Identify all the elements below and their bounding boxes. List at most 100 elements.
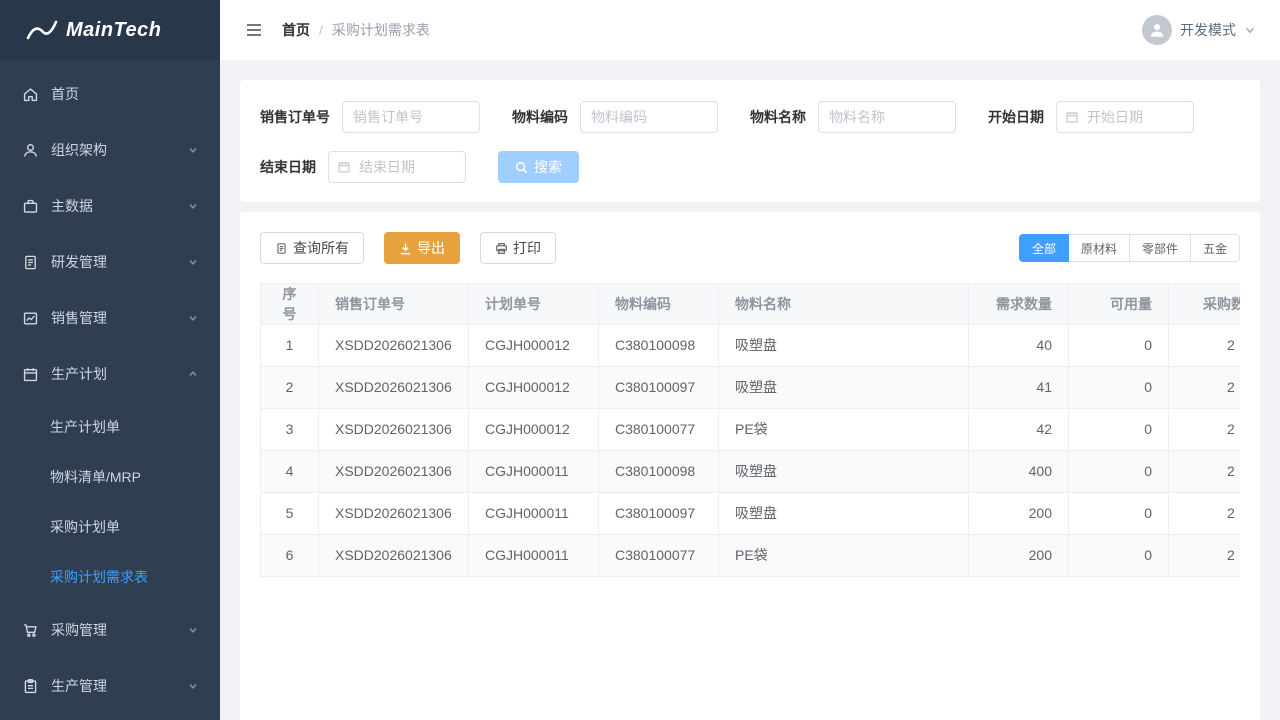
column-header: 需求数量 [969,284,1069,325]
start-date-field: 开始日期 [988,101,1194,133]
chevron-down-icon [188,681,198,691]
sidebar: MainTech 首页 组织架构 主数据 研发管理 销售管理 [0,0,220,720]
export-button[interactable]: 导出 [384,232,460,264]
table-cell: 2 [1169,367,1241,409]
tab-label: 原材料 [1081,240,1117,257]
sidebar-subitem-purchase-plan-order[interactable]: 采购计划单 [0,502,220,552]
calendar-icon [337,160,351,174]
sidebar-item-label: 生产管理 [51,676,188,696]
table-header-row: 序号销售订单号计划单号物料编码物料名称需求数量可用量采购数量 [261,284,1241,325]
table-row[interactable]: 6XSDD2026021306CGJH000011C380100077PE袋20… [261,535,1241,577]
column-header: 物料编码 [599,284,719,325]
table-row[interactable]: 3XSDD2026021306CGJH000012C380100077PE袋42… [261,409,1241,451]
table-cell: XSDD2026021306 [319,325,469,367]
tab-raw-material[interactable]: 原材料 [1068,234,1130,262]
sidebar-item-production[interactable]: 生产管理 [0,658,220,714]
briefcase-icon [22,198,39,215]
column-header: 可用量 [1069,284,1169,325]
table-cell: 吸塑盘 [719,493,969,535]
table-cell: 2 [1169,409,1241,451]
demand-table: 序号销售订单号计划单号物料编码物料名称需求数量可用量采购数量 1XSDD2026… [260,283,1240,577]
table-cell: C380100098 [599,325,719,367]
table-cell: CGJH000011 [469,451,599,493]
table-cell: XSDD2026021306 [319,409,469,451]
table-row[interactable]: 4XSDD2026021306CGJH000011C380100098吸塑盘40… [261,451,1241,493]
table-row[interactable]: 1XSDD2026021306CGJH000012C380100098吸塑盘40… [261,325,1241,367]
tab-hardware[interactable]: 五金 [1190,234,1240,262]
column-header: 采购数量 [1169,284,1241,325]
table-scroll-area[interactable]: 序号销售订单号计划单号物料编码物料名称需求数量可用量采购数量 1XSDD2026… [260,283,1240,577]
tab-label: 五金 [1203,240,1227,257]
tab-all[interactable]: 全部 [1019,234,1069,262]
document-icon [275,242,288,255]
tab-parts[interactable]: 零部件 [1129,234,1191,262]
material-code-input[interactable] [580,101,718,133]
export-label: 导出 [417,238,445,258]
query-all-label: 查询所有 [293,238,349,258]
table-cell: XSDD2026021306 [319,367,469,409]
table-cell: C380100098 [599,451,719,493]
sidebar-item-home[interactable]: 首页 [0,66,220,122]
table-cell: 200 [969,493,1069,535]
topbar: 首页 / 采购计划需求表 开发模式 [220,0,1280,60]
sidebar-item-label: 组织架构 [51,140,188,160]
sidebar-item-org[interactable]: 组织架构 [0,122,220,178]
chevron-down-icon [188,313,198,323]
table-cell: CGJH000012 [469,409,599,451]
sidebar-item-label: 销售管理 [51,308,188,328]
sales-order-input[interactable] [342,101,480,133]
sidebar-item-rd[interactable]: 研发管理 [0,234,220,290]
user-icon [22,142,39,159]
table-cell: 400 [969,451,1069,493]
material-code-field: 物料编码 [512,101,718,133]
sidebar-item-sales[interactable]: 销售管理 [0,290,220,346]
query-all-button[interactable]: 查询所有 [260,232,364,264]
sidebar-subitem-bom-mrp[interactable]: 物料清单/MRP [0,452,220,502]
search-button[interactable]: 搜索 [498,151,579,183]
table-cell: 2 [1169,451,1241,493]
logo-text: MainTech [66,19,162,42]
sidebar-item-label: 研发管理 [51,252,188,272]
table-cell: 200 [969,535,1069,577]
cart-icon [22,622,39,639]
material-name-input[interactable] [818,101,956,133]
breadcrumb-home-link[interactable]: 首页 [282,20,310,40]
breadcrumb-separator: / [319,22,323,38]
tab-label: 全部 [1032,240,1056,257]
menu-fold-button[interactable] [244,20,264,40]
table-cell: 0 [1069,451,1169,493]
sidebar-item-production-plan[interactable]: 生产计划 [0,346,220,402]
material-name-label: 物料名称 [750,107,806,127]
sales-order-label: 销售订单号 [260,107,330,127]
production-plan-submenu: 生产计划单 物料清单/MRP 采购计划单 采购计划需求表 [0,402,220,602]
sidebar-subitem-label: 生产计划单 [50,417,120,437]
sidebar-item-master-data[interactable]: 主数据 [0,178,220,234]
user-mode-label: 开发模式 [1180,20,1236,40]
breadcrumb: 首页 / 采购计划需求表 [282,20,430,40]
table-cell: 0 [1069,325,1169,367]
print-button[interactable]: 打印 [480,232,556,264]
table-row[interactable]: 5XSDD2026021306CGJH000011C380100097吸塑盘20… [261,493,1241,535]
sidebar-item-purchase[interactable]: 采购管理 [0,602,220,658]
table-row[interactable]: 2XSDD2026021306CGJH000012C380100097吸塑盘41… [261,367,1241,409]
chart-icon [22,310,39,327]
table-cell: 2 [261,367,319,409]
chevron-down-icon [188,257,198,267]
table-cell: CGJH000012 [469,325,599,367]
sidebar-subitem-purchase-plan-demand[interactable]: 采购计划需求表 [0,552,220,602]
sidebar-subitem-production-plan-order[interactable]: 生产计划单 [0,402,220,452]
material-code-label: 物料编码 [512,107,568,127]
logo-icon [26,19,58,41]
user-menu[interactable]: 开发模式 [1142,15,1256,45]
calendar-icon [22,366,39,383]
filter-panel: 销售订单号 物料编码 物料名称 开始日期 结束日期 [240,80,1260,202]
table-cell: 2 [1169,325,1241,367]
sales-order-field: 销售订单号 [260,101,480,133]
print-label: 打印 [513,238,541,258]
table-cell: 42 [969,409,1069,451]
chevron-down-icon [1244,24,1256,36]
download-icon [399,242,412,255]
column-header: 计划单号 [469,284,599,325]
table-cell: 6 [261,535,319,577]
table-cell: XSDD2026021306 [319,451,469,493]
